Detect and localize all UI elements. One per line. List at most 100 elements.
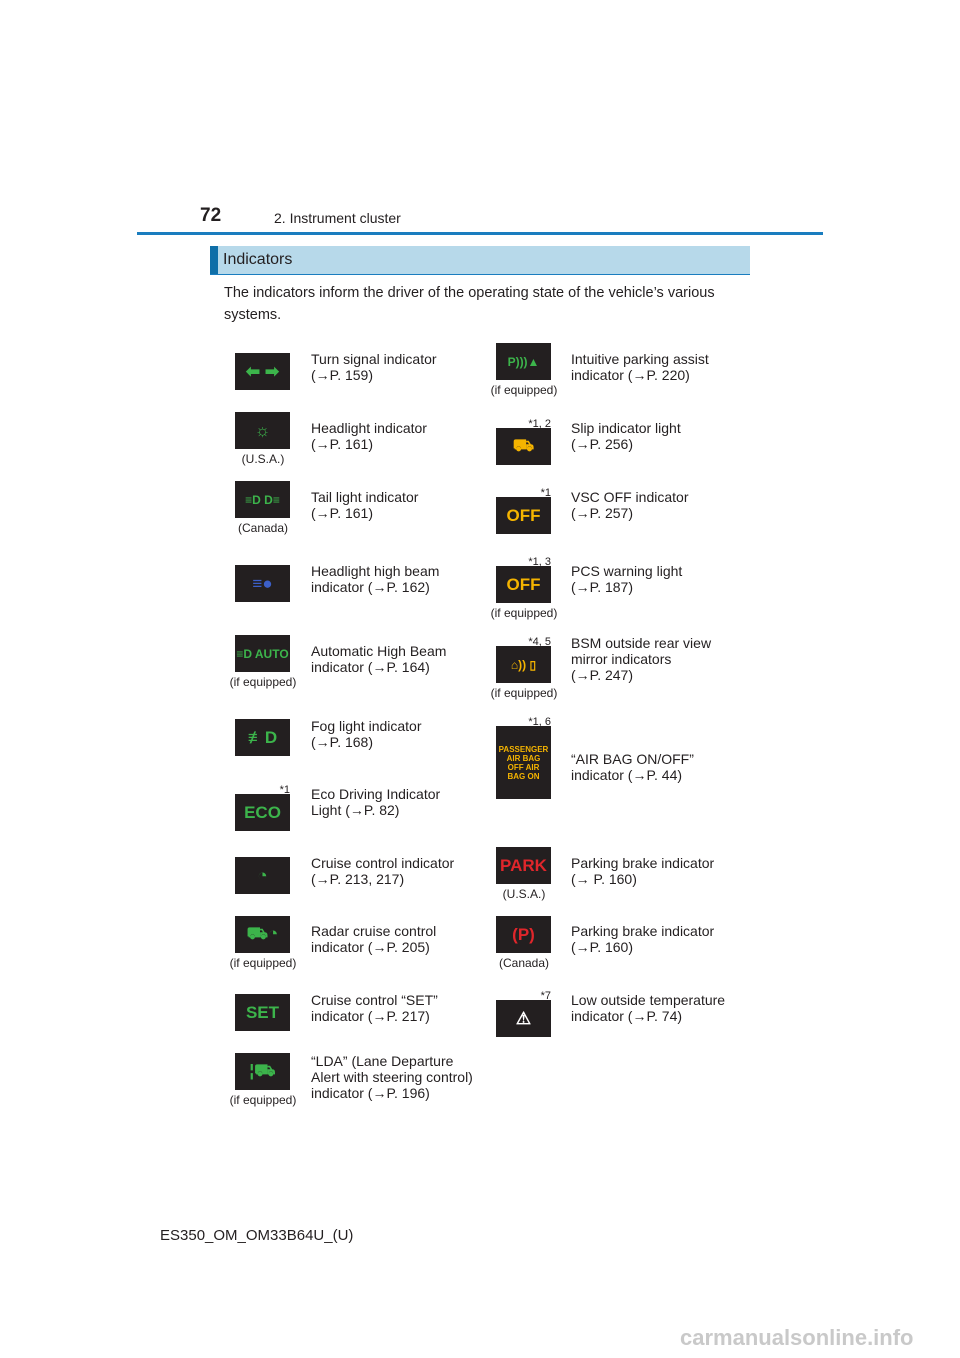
- airbag-icon: PASSENGER AIR BAG OFF AIR BAG ON: [496, 726, 551, 799]
- description-line: mirror indicators: [571, 651, 672, 667]
- description-line: Alert with steering control): [311, 1069, 473, 1085]
- availability-note: (U.S.A.): [502, 887, 546, 901]
- indicator-description: VSC OFF indicator (→P. 257): [571, 489, 746, 521]
- description-line: (→P. 187): [571, 579, 633, 595]
- description-line: indicator (→P. 205): [311, 939, 430, 955]
- cruise-control-icon: ◔: [235, 857, 290, 894]
- indicator-description: Automatic High Beam indicator (→P. 164): [311, 643, 486, 675]
- description-line: indicator (→P. 74): [571, 1008, 683, 1024]
- description-line: Fog light indicator: [311, 718, 422, 734]
- indicator-description: Cruise control “SET” indicator (→P. 217): [311, 992, 486, 1024]
- indicator-description: Headlight high beam indicator (→P. 162): [311, 563, 486, 595]
- availability-note: (if equipped): [229, 956, 297, 970]
- description-line: Light (→P. 82): [311, 802, 400, 818]
- description-line: “AIR BAG ON/OFF”: [571, 751, 694, 767]
- availability-note: (if equipped): [490, 686, 558, 700]
- description-line: Headlight indicator: [311, 420, 427, 436]
- description-line: (→P. 161): [311, 505, 373, 521]
- parking-assist-icon: P)))▲: [496, 343, 551, 380]
- footnote-marker: *1: [540, 487, 551, 499]
- indicator-description: Tail light indicator (→P. 161): [311, 489, 486, 521]
- turn-signal-icon: ⬅ ➡: [235, 353, 290, 390]
- indicator-description: Turn signal indicator (→P. 159): [311, 351, 486, 383]
- tail-light-icon: ≡D D≡: [235, 481, 290, 518]
- description-line: (→P. 168): [311, 734, 373, 750]
- footnote-marker: *1, 6: [528, 716, 551, 728]
- indicator-description: Cruise control indicator (→P. 213, 217): [311, 855, 486, 887]
- vsc-off-icon: OFF: [496, 497, 551, 534]
- indicator-description: Fog light indicator (→P. 168): [311, 718, 486, 750]
- availability-note: (Canada): [237, 521, 289, 535]
- indicator-description: Headlight indicator (→P. 161): [311, 420, 486, 452]
- indicator-description: BSM outside rear view mirror indicators (→…: [571, 635, 746, 683]
- headlight-icon: ☼: [235, 412, 290, 449]
- lda-icon: ¦⛟: [235, 1053, 290, 1090]
- description-line: Radar cruise control: [311, 923, 437, 939]
- footnote-marker: *1, 2: [528, 418, 551, 430]
- description-line: Automatic High Beam: [311, 643, 447, 659]
- description-line: (→P. 161): [311, 436, 373, 452]
- footer-code: ES350_OM_OM33B64U_(U): [160, 1227, 354, 1244]
- page-number: 72: [200, 205, 222, 226]
- availability-note: (if equipped): [490, 606, 558, 620]
- section-bar: [210, 246, 218, 274]
- fog-light-icon: ≢D: [235, 719, 290, 756]
- description-line: (→P. 256): [571, 436, 633, 452]
- bsm-icon: ⌂)) ▯: [496, 646, 551, 683]
- low-temperature-icon: ⚠: [496, 1000, 551, 1037]
- indicator-description: Intuitive parking assist indicator (→P. 2…: [571, 351, 746, 383]
- description-line: BSM outside rear view: [571, 635, 712, 651]
- indicator-description: “AIR BAG ON/OFF” indicator (→P. 44): [571, 751, 746, 783]
- footnote-marker: *1: [279, 784, 290, 796]
- indicator-description: Radar cruise control indicator (→P. 205): [311, 923, 486, 955]
- description-line: indicator (→P. 44): [571, 767, 683, 783]
- description-line: indicator (→P. 217): [311, 1008, 430, 1024]
- description-line: “LDA” (Lane Departure: [311, 1053, 454, 1069]
- parking-brake-icon: (P): [496, 916, 551, 953]
- description-line: Slip indicator light: [571, 420, 681, 436]
- indicator-description: Low outside temperature indicator (→P. 74…: [571, 992, 746, 1024]
- description-line: VSC OFF indicator: [571, 489, 689, 505]
- availability-note: (if equipped): [229, 1093, 297, 1107]
- description-line: Cruise control “SET”: [311, 992, 438, 1008]
- indicator-description: Eco Driving Indicator Light (→P. 82): [311, 786, 486, 818]
- eco-icon: ECO: [235, 794, 290, 831]
- description-line: Tail light indicator: [311, 489, 419, 505]
- intro-text: The indicators inform the driver of the …: [224, 285, 715, 323]
- availability-note: (if equipped): [490, 383, 558, 397]
- description-line: PCS warning light: [571, 563, 683, 579]
- description-line: indicator (→P. 162): [311, 579, 430, 595]
- indicator-description: Slip indicator light (→P. 256): [571, 420, 746, 452]
- description-line: Eco Driving Indicator: [311, 786, 441, 802]
- description-line: (→P. 257): [571, 505, 633, 521]
- description-line: indicator (→P. 196): [311, 1085, 430, 1101]
- indicator-description: Parking brake indicator (→ P. 160): [571, 855, 746, 887]
- chapter-title: 2. Instrument cluster: [274, 210, 401, 226]
- description-line: Parking brake indicator: [571, 923, 715, 939]
- section-title: Indicators: [223, 251, 293, 268]
- footnote-marker: *4, 5: [528, 636, 551, 648]
- manual-page: 72 2. Instrument cluster Indicators The …: [0, 0, 960, 1358]
- park-icon: PARK: [496, 847, 551, 884]
- radar-cruise-icon: ⛟◔: [235, 916, 290, 953]
- description-line: (→P. 213, 217): [311, 871, 405, 887]
- description-line: indicator (→P. 220): [571, 367, 690, 383]
- auto-high-beam-icon: ≡D AUTO: [235, 635, 290, 672]
- slip-icon: ⛟: [496, 428, 551, 465]
- description-line: Turn signal indicator: [311, 351, 437, 367]
- description-line: (→P. 159): [311, 367, 373, 383]
- pcs-icon: OFF: [496, 566, 551, 603]
- section-heading: Indicators: [210, 246, 750, 275]
- description-line: Headlight high beam: [311, 563, 440, 579]
- indicator-description: Parking brake indicator (→P. 160): [571, 923, 746, 955]
- description-line: indicator (→P. 164): [311, 659, 430, 675]
- description-line: Low outside temperature: [571, 992, 726, 1008]
- header-rule: [137, 232, 823, 235]
- description-line: Cruise control indicator: [311, 855, 455, 871]
- description-line: Parking brake indicator: [571, 855, 715, 871]
- description-line: (→ P. 160): [571, 871, 637, 887]
- indicator-description: PCS warning light (→P. 187): [571, 563, 746, 595]
- set-icon: SET: [235, 994, 290, 1031]
- description-line: (→P. 160): [571, 939, 633, 955]
- description-line: Intuitive parking assist: [571, 351, 709, 367]
